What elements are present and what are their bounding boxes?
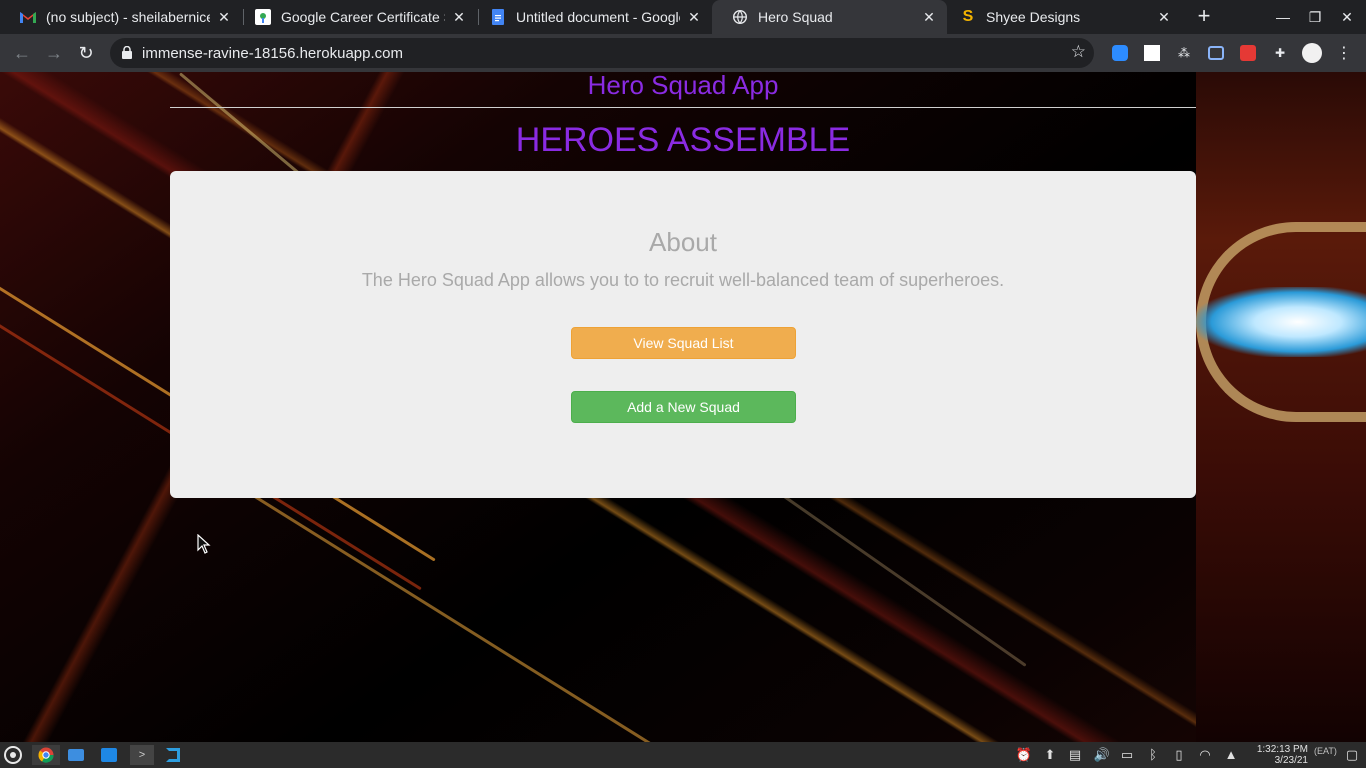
chrome-taskbar-icon[interactable] (32, 745, 60, 765)
update-icon[interactable]: ⬆ (1041, 746, 1059, 764)
bluetooth-icon[interactable]: ᛒ (1144, 746, 1162, 764)
tab-title: Hero Squad (758, 9, 833, 25)
url-text: immense-ravine-18156.herokuapp.com (142, 45, 403, 62)
google-docs-icon (490, 9, 506, 25)
wifi-icon[interactable]: ◠ (1196, 746, 1214, 764)
tab-shyee-designs[interactable]: S Shyee Designs ✕ (940, 0, 1182, 34)
close-tab-icon[interactable]: ✕ (1156, 9, 1172, 25)
tab-strip: (no subject) - sheilabernicew ✕ Google C… (0, 0, 1366, 34)
menu-kebab-icon[interactable]: ⋮ (1334, 43, 1354, 63)
start-menu-icon[interactable] (2, 745, 24, 765)
lock-icon (122, 46, 132, 59)
web-page: Hero Squad App HEROES ASSEMBLE About The… (0, 72, 1366, 742)
extensions-puzzle-icon[interactable]: ✚ (1270, 43, 1290, 63)
alarm-icon[interactable]: ⏰ (1015, 746, 1033, 764)
view-squad-list-button[interactable]: View Squad List (571, 327, 796, 359)
background-streak (779, 492, 1027, 667)
volume-icon[interactable]: 🔊 (1093, 746, 1111, 764)
close-tab-icon[interactable]: ✕ (921, 9, 937, 25)
address-bar[interactable]: immense-ravine-18156.herokuapp.com ☆ (110, 38, 1094, 68)
reload-icon[interactable]: ↻ (73, 40, 99, 66)
close-window-icon[interactable]: ✕ (1331, 0, 1363, 34)
globe-icon (732, 9, 748, 25)
app-title: Hero Squad App (587, 72, 779, 100)
mouse-cursor-icon (197, 534, 211, 554)
avatar[interactable] (1302, 43, 1322, 63)
tab-google-docs[interactable]: Untitled document - Google ✕ (470, 0, 712, 34)
gmail-icon (20, 9, 36, 25)
tab-hero-squad[interactable]: Hero Squad ✕ (712, 0, 947, 34)
about-text: The Hero Squad App allows you to to recr… (361, 270, 1005, 290)
store-icon[interactable] (98, 745, 120, 765)
tab-title: Shyee Designs (986, 9, 1081, 25)
background-streak (249, 492, 692, 742)
clock-date: 3/23/21 (1274, 755, 1308, 766)
browser-toolbar: ← → ↻ immense-ravine-18156.herokuapp.com… (0, 34, 1366, 72)
about-heading: About (649, 227, 717, 257)
forward-icon[interactable]: → (41, 40, 67, 66)
zoom-extension-icon[interactable] (1110, 43, 1130, 63)
tab-title: Untitled document - Google (516, 9, 680, 25)
terminal-icon[interactable]: > (130, 745, 154, 765)
divider (170, 107, 1196, 108)
close-tab-icon[interactable]: ✕ (686, 9, 702, 25)
red-extension-icon[interactable] (1238, 43, 1258, 63)
bookmark-star-icon[interactable]: ☆ (1071, 42, 1086, 62)
jumbotron: About The Hero Squad App allows you to t… (170, 171, 1196, 498)
add-new-squad-button[interactable]: Add a New Squad (571, 391, 796, 423)
close-tab-icon[interactable]: ✕ (216, 9, 232, 25)
notifications-icon[interactable]: ▢ (1343, 746, 1361, 764)
clock-time: 1:32:13 PM (1256, 744, 1308, 755)
blank-extension-icon[interactable] (1142, 43, 1162, 63)
shyee-s-icon: S (962, 8, 974, 25)
new-tab-button[interactable]: + (1192, 5, 1216, 29)
google-certificate-icon (255, 9, 271, 25)
tray-expand-icon[interactable]: ▲ (1222, 746, 1240, 764)
taskbar: > ⏰ ⬆ ▤ 🔊 ▭ ᛒ ▯ ◠ ▲ 1:32:13 PM 3/23/21 (… (0, 742, 1366, 768)
restore-icon[interactable]: ❐ (1299, 0, 1331, 34)
dots-extension-icon[interactable]: ⁂ (1174, 43, 1194, 63)
device-icon[interactable]: ▯ (1170, 746, 1188, 764)
clipboard-icon[interactable]: ▤ (1066, 746, 1084, 764)
minimize-icon[interactable]: — (1267, 0, 1299, 34)
clock[interactable]: 1:32:13 PM 3/23/21 (1250, 744, 1308, 766)
battery-icon[interactable]: ▭ (1118, 746, 1136, 764)
tab-title: (no subject) - sheilabernicew (46, 9, 210, 25)
tab-gmail[interactable]: (no subject) - sheilabernicew ✕ (0, 0, 242, 34)
background-iron-man-image (1196, 72, 1366, 742)
back-icon[interactable]: ← (9, 40, 35, 66)
file-manager-icon[interactable] (65, 745, 87, 765)
screen-capture-extension-icon[interactable] (1206, 43, 1226, 63)
hero-title: HEROES ASSEMBLE (515, 121, 851, 159)
vscode-icon[interactable] (162, 745, 184, 765)
tab-google-career[interactable]: Google Career Certificate Sch ✕ (235, 0, 477, 34)
tab-title: Google Career Certificate Sch (281, 9, 445, 25)
close-tab-icon[interactable]: ✕ (451, 9, 467, 25)
timezone-label: (EAT) (1314, 746, 1337, 756)
